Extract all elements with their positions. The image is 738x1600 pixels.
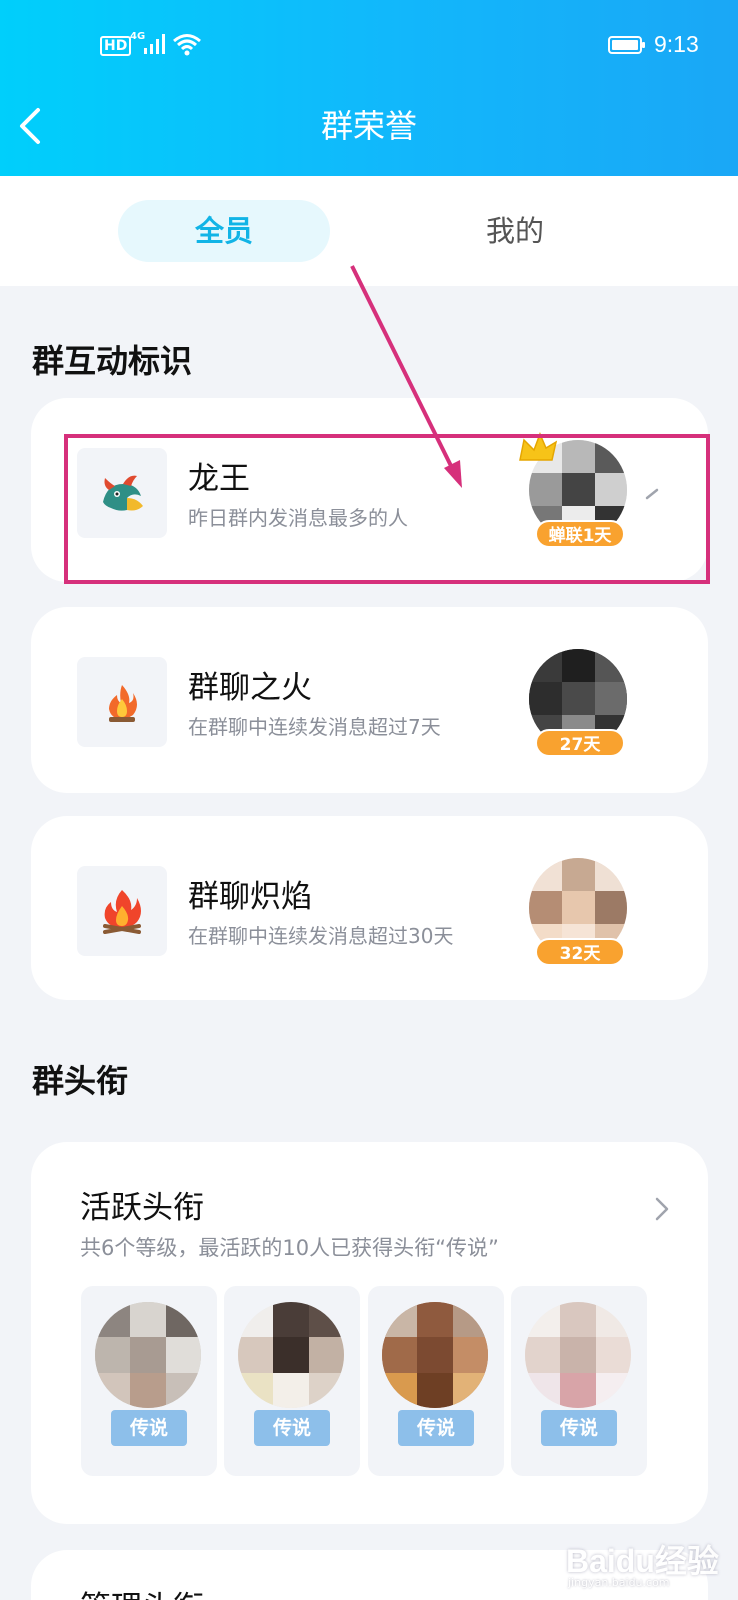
section-title-titles: 群头衔 <box>32 1062 129 1100</box>
member-item[interactable]: 传说 <box>81 1286 217 1476</box>
section-title-interactive: 群互动标识 <box>32 342 193 380</box>
app-header: HD 4G 9:13 群荣誉 <box>0 0 738 176</box>
active-title-card[interactable]: 活跃头衔 共6个等级，最活跃的10人已获得头衔“传说” 传说 传说 传说 传说 <box>31 1142 708 1524</box>
hd-indicator: HD <box>100 36 132 56</box>
card-title: 群聊之火 <box>188 670 312 706</box>
watermark: Baidu经验 jingyan.baidu.com <box>566 1536 726 1596</box>
honor-card-chat-fire[interactable]: 群聊之火 在群聊中连续发消息超过7天 27天 <box>31 607 708 793</box>
status-badge: 27天 <box>535 729 625 757</box>
card-description: 在群聊中连续发消息超过7天 <box>188 715 441 739</box>
battery-icon <box>608 36 645 54</box>
member-item[interactable]: 传说 <box>224 1286 360 1476</box>
title-badge: 传说 <box>541 1410 617 1446</box>
tab-all-members[interactable]: 全员 <box>118 200 330 262</box>
card-title: 群聊炽焰 <box>188 879 312 915</box>
avatar <box>95 1302 201 1408</box>
chevron-right-icon[interactable] <box>653 1194 671 1224</box>
avatar <box>525 1302 631 1408</box>
page-title: 群荣誉 <box>320 107 417 145</box>
card-title: 管理头衔 <box>80 1582 204 1600</box>
tab-mine[interactable]: 我的 <box>420 200 610 262</box>
signal-icon <box>144 34 165 54</box>
chevron-right-icon[interactable] <box>643 476 663 506</box>
dragon-icon <box>77 448 167 538</box>
member-item[interactable]: 传说 <box>511 1286 647 1476</box>
member-item[interactable]: 传说 <box>368 1286 504 1476</box>
fire-icon <box>77 657 167 747</box>
title-badge: 传说 <box>111 1410 187 1446</box>
honor-card-chat-blaze[interactable]: 群聊炽焰 在群聊中连续发消息超过30天 32天 <box>31 816 708 1000</box>
crown-icon <box>519 432 558 461</box>
tab-bar: 全员 我的 <box>0 176 738 286</box>
campfire-icon <box>77 866 167 956</box>
status-bar: HD 4G 9:13 <box>0 30 738 60</box>
card-description: 昨日群内发消息最多的人 <box>188 506 408 530</box>
card-description: 在群聊中连续发消息超过30天 <box>188 924 454 948</box>
title-badge: 传说 <box>398 1410 474 1446</box>
wifi-icon <box>173 34 201 56</box>
watermark-url: jingyan.baidu.com <box>568 1576 670 1589</box>
card-title: 活跃头衔 <box>80 1190 204 1226</box>
honor-card-dragon-king[interactable]: 龙王 昨日群内发消息最多的人 蝉联1天 <box>31 398 708 582</box>
avatar <box>382 1302 488 1408</box>
title-badge: 传说 <box>254 1410 330 1446</box>
clock: 9:13 <box>654 31 699 57</box>
avatar <box>238 1302 344 1408</box>
card-title: 龙王 <box>188 461 250 497</box>
status-badge: 蝉联1天 <box>535 520 625 548</box>
status-badge: 32天 <box>535 938 625 966</box>
card-description: 共6个等级，最活跃的10人已获得头衔“传说” <box>80 1236 499 1260</box>
